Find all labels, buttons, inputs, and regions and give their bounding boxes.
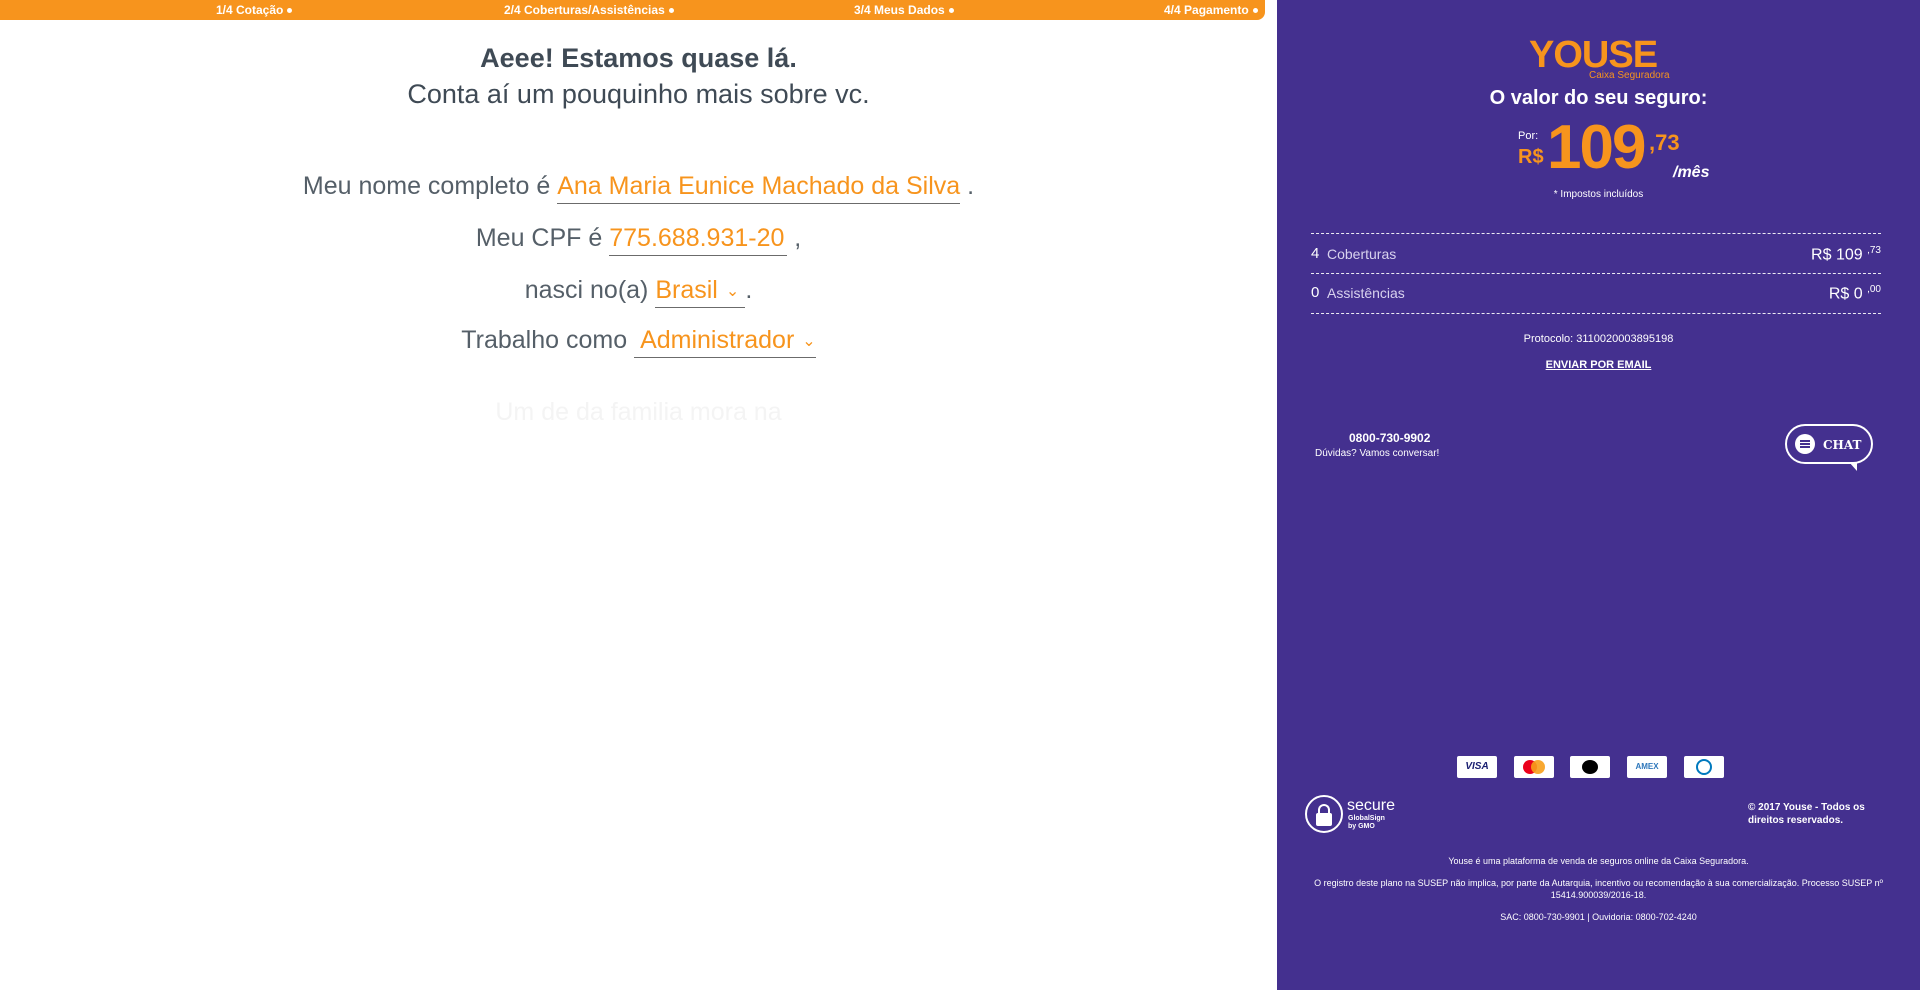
price-period: /mês xyxy=(1673,164,1710,181)
mastercard-icon xyxy=(1514,756,1554,778)
assistances-label: Assistências xyxy=(1327,285,1405,301)
cpf-label: Meu CPF é xyxy=(475,224,603,252)
logo-subtitle: Caixa Seguradora xyxy=(1589,70,1670,81)
step-pagamento[interactable]: 4/4 Pagamento xyxy=(1164,3,1258,17)
step-dot-icon xyxy=(287,8,293,14)
elo-icon xyxy=(1570,756,1610,778)
step-dot-icon xyxy=(948,8,954,14)
youse-logo: YOUSE Caixa Seguradora xyxy=(1529,34,1670,81)
assistances-amount-cents: ,00 xyxy=(1867,284,1881,295)
cpf-row: Meu CPF é 775.688.931-20 , xyxy=(0,224,1277,256)
job-label: Trabalho como xyxy=(461,326,628,354)
chat-label: CHAT xyxy=(1823,438,1862,452)
coverages-amount-cents: ,73 xyxy=(1867,245,1881,256)
step-dot-icon xyxy=(1252,8,1258,14)
name-row: Meu nome completo é Ana Maria Eunice Mac… xyxy=(0,172,1277,204)
assistances-amount-int: R$ 0 xyxy=(1828,285,1863,303)
name-label: Meu nome completo é xyxy=(302,172,551,200)
divider xyxy=(1311,313,1881,314)
secure-subtitle-2: by GMO xyxy=(1348,823,1375,830)
step-label: 1/4 Cotação xyxy=(216,3,284,17)
job-value: Administrador xyxy=(640,326,795,354)
lock-icon xyxy=(1305,795,1343,833)
tax-note: * Impostos incluídos xyxy=(1553,189,1644,200)
full-name-field[interactable]: Ana Maria Eunice Machado da Silva xyxy=(557,172,961,204)
main-content: 1/4 Cotação 2/4 Coberturas/Assistências … xyxy=(0,0,1277,990)
send-email-link[interactable]: ENVIAR POR EMAIL xyxy=(1277,359,1920,371)
step-coberturas[interactable]: 2/4 Coberturas/Assistências xyxy=(504,3,674,17)
coverages-amount: R$ 109 ,73 xyxy=(1811,245,1881,264)
chat-button[interactable]: CHAT xyxy=(1785,424,1873,471)
step-cotacao[interactable]: 1/4 Cotação xyxy=(216,3,293,17)
coverages-count: 4 xyxy=(1311,245,1320,262)
value-title: O valor do seu seguro: xyxy=(1489,87,1708,109)
price-cents: ,73 xyxy=(1649,130,1680,155)
country-suffix: . xyxy=(745,276,753,304)
price-currency: R$ xyxy=(1518,146,1544,168)
divider xyxy=(1311,273,1881,274)
secure-subtitle-1: GlobalSign xyxy=(1348,815,1385,822)
copyright: © 2017 Youse - Todos os direitos reserva… xyxy=(1748,802,1865,826)
coverages-row[interactable]: 4 Coberturas R$ 109 ,73 xyxy=(1311,239,1881,269)
assistances-amount: R$ 0 ,00 xyxy=(1829,284,1881,303)
country-label: nasci no(a) xyxy=(524,276,649,304)
page-title: Aeee! Estamos quase lá. Conta aí um pouq… xyxy=(0,40,1277,112)
cpf-field[interactable]: 775.688.931-20 xyxy=(609,224,788,256)
assistances-row[interactable]: 0 Assistências R$ 0 ,00 xyxy=(1311,278,1881,308)
price-prefix: Por: xyxy=(1518,130,1539,142)
secure-word: secure xyxy=(1347,797,1396,814)
assistances-count: 0 xyxy=(1311,284,1320,301)
coverages-amount-int: R$ 109 xyxy=(1811,246,1863,264)
country-row: nasci no(a) Brasil ⌄. xyxy=(0,276,1277,308)
protocol-number: Protocolo: 3110020003895198 xyxy=(1523,333,1674,345)
step-label: 3/4 Meus Dados xyxy=(854,3,945,17)
chevron-down-icon: ⌄ xyxy=(802,333,816,350)
chevron-down-icon: ⌄ xyxy=(725,283,740,300)
next-question-faded: Um de da familia mora na xyxy=(495,398,782,426)
secure-seal[interactable]: secure GlobalSign by GMO xyxy=(1305,795,1415,835)
price-sidebar: YOUSE Caixa Seguradora O valor do seu se… xyxy=(1277,0,1920,990)
diners-icon xyxy=(1684,756,1724,778)
step-meus-dados[interactable]: 3/4 Meus Dados xyxy=(854,3,954,17)
job-select[interactable]: Administrador ⌄ xyxy=(634,326,816,358)
secure-subtitle: GlobalSign by GMO xyxy=(1348,815,1385,831)
headline-line-1: Aeee! Estamos quase lá. xyxy=(480,43,797,73)
headline-line-2: Conta aí um pouquinho mais sobre vc. xyxy=(407,79,870,109)
coverages-label: Coberturas xyxy=(1327,246,1397,262)
price-integer: 109 xyxy=(1547,113,1646,182)
progress-bar: 1/4 Cotação 2/4 Coberturas/Assistências … xyxy=(0,0,1265,20)
footer-sac: SAC: 0800-730-9901 | Ouvidoria: 0800-702… xyxy=(1500,912,1697,922)
name-suffix: . xyxy=(967,172,975,200)
divider xyxy=(1311,233,1881,234)
phone-number[interactable]: 0800-730-9902 xyxy=(1349,431,1430,445)
country-select[interactable]: Brasil ⌄ xyxy=(655,276,746,308)
step-label: 2/4 Coberturas/Assistências xyxy=(504,3,665,17)
country-value: Brasil xyxy=(655,276,718,304)
price-display: Por: R$ 109 ,73 /mês xyxy=(1518,116,1758,186)
footer-platform: Youse é uma plataforma de venda de segur… xyxy=(1448,856,1749,866)
job-row: Trabalho como Administrador ⌄ xyxy=(0,326,1277,358)
visa-icon: VISA xyxy=(1457,756,1497,778)
logo-wordmark: YOUSE xyxy=(1529,34,1658,76)
amex-icon: AMEX xyxy=(1627,756,1667,778)
step-label: 4/4 Pagamento xyxy=(1164,3,1249,17)
footer-susep: O registro deste plano na SUSEP não impl… xyxy=(1314,878,1883,900)
cpf-suffix: , xyxy=(794,224,802,252)
step-dot-icon xyxy=(668,8,674,14)
chat-bubble-icon xyxy=(1795,434,1815,454)
chat-tail-icon xyxy=(1849,462,1857,471)
phone-subtitle: Dúvidas? Vamos conversar! xyxy=(1315,448,1440,459)
